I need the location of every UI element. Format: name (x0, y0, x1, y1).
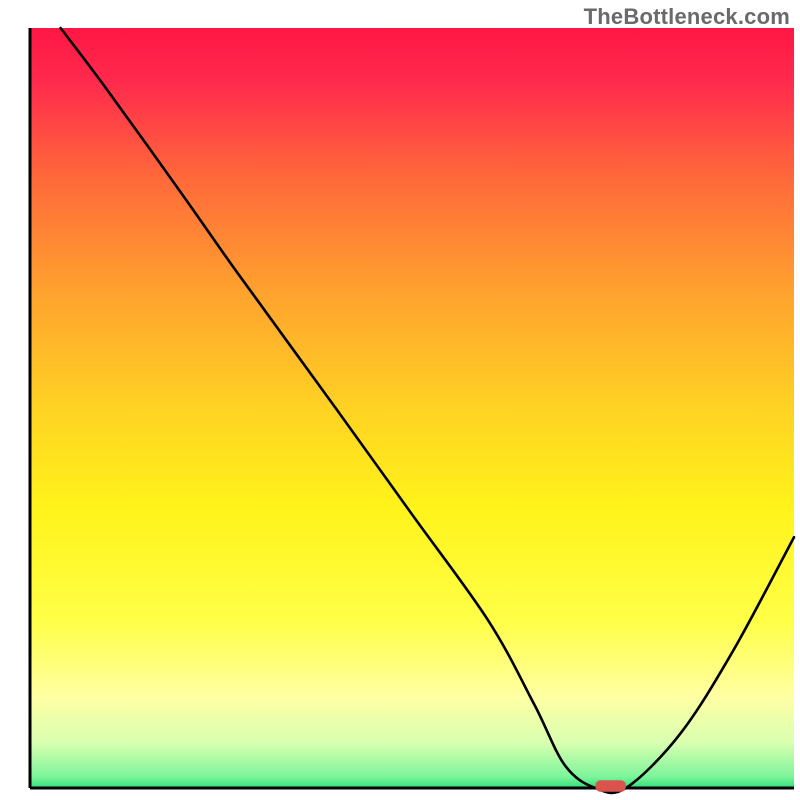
optimal-marker (595, 780, 626, 791)
watermark-text: TheBottleneck.com (584, 4, 790, 30)
chart-container: TheBottleneck.com (0, 0, 800, 800)
bottleneck-chart (0, 0, 800, 800)
